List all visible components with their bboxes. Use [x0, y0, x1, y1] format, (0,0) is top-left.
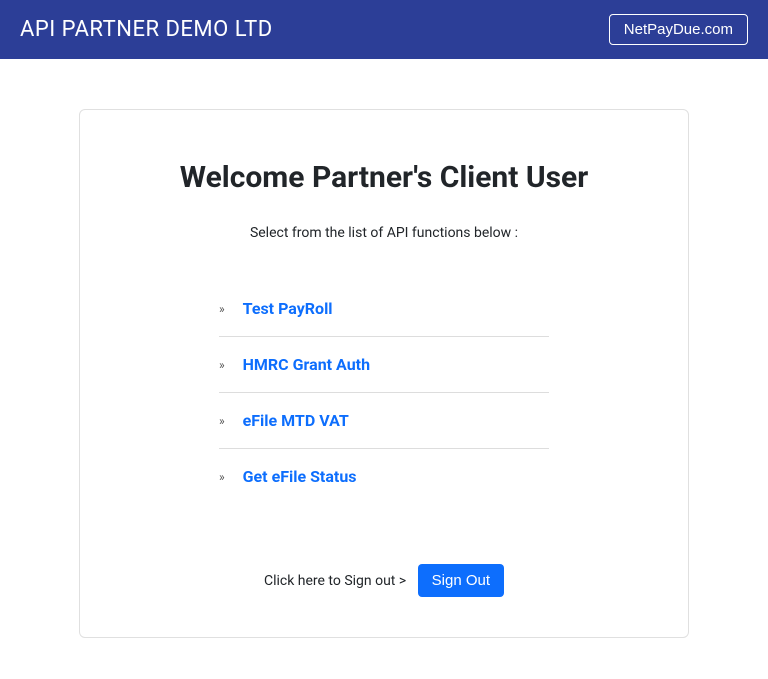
menu-item-get-efile-status[interactable]: » Get eFile Status — [219, 449, 549, 504]
function-menu: » Test PayRoll » HMRC Grant Auth » eFile… — [219, 281, 549, 504]
menu-link[interactable]: eFile MTD VAT — [243, 411, 349, 430]
menu-item-hmrc-grant-auth[interactable]: » HMRC Grant Auth — [219, 337, 549, 393]
menu-link[interactable]: HMRC Grant Auth — [243, 355, 370, 374]
chevron-right-icon: » — [219, 302, 225, 316]
chevron-right-icon: » — [219, 358, 225, 372]
site-link-button[interactable]: NetPayDue.com — [609, 14, 748, 45]
signout-prompt: Click here to Sign out > — [264, 573, 406, 589]
menu-item-test-payroll[interactable]: » Test PayRoll — [219, 281, 549, 337]
page-title: Welcome Partner's Client User — [130, 160, 638, 195]
signout-row: Click here to Sign out > Sign Out — [130, 564, 638, 597]
navbar: API PARTNER DEMO LTD NetPayDue.com — [0, 0, 768, 59]
signout-button[interactable]: Sign Out — [418, 564, 504, 597]
menu-link[interactable]: Test PayRoll — [243, 299, 333, 318]
menu-link[interactable]: Get eFile Status — [243, 467, 357, 486]
navbar-title: API PARTNER DEMO LTD — [20, 17, 273, 42]
main-card: Welcome Partner's Client User Select fro… — [79, 109, 689, 638]
chevron-right-icon: » — [219, 414, 225, 428]
menu-item-efile-mtd-vat[interactable]: » eFile MTD VAT — [219, 393, 549, 449]
page-subtitle: Select from the list of API functions be… — [130, 225, 638, 241]
chevron-right-icon: » — [219, 470, 225, 484]
